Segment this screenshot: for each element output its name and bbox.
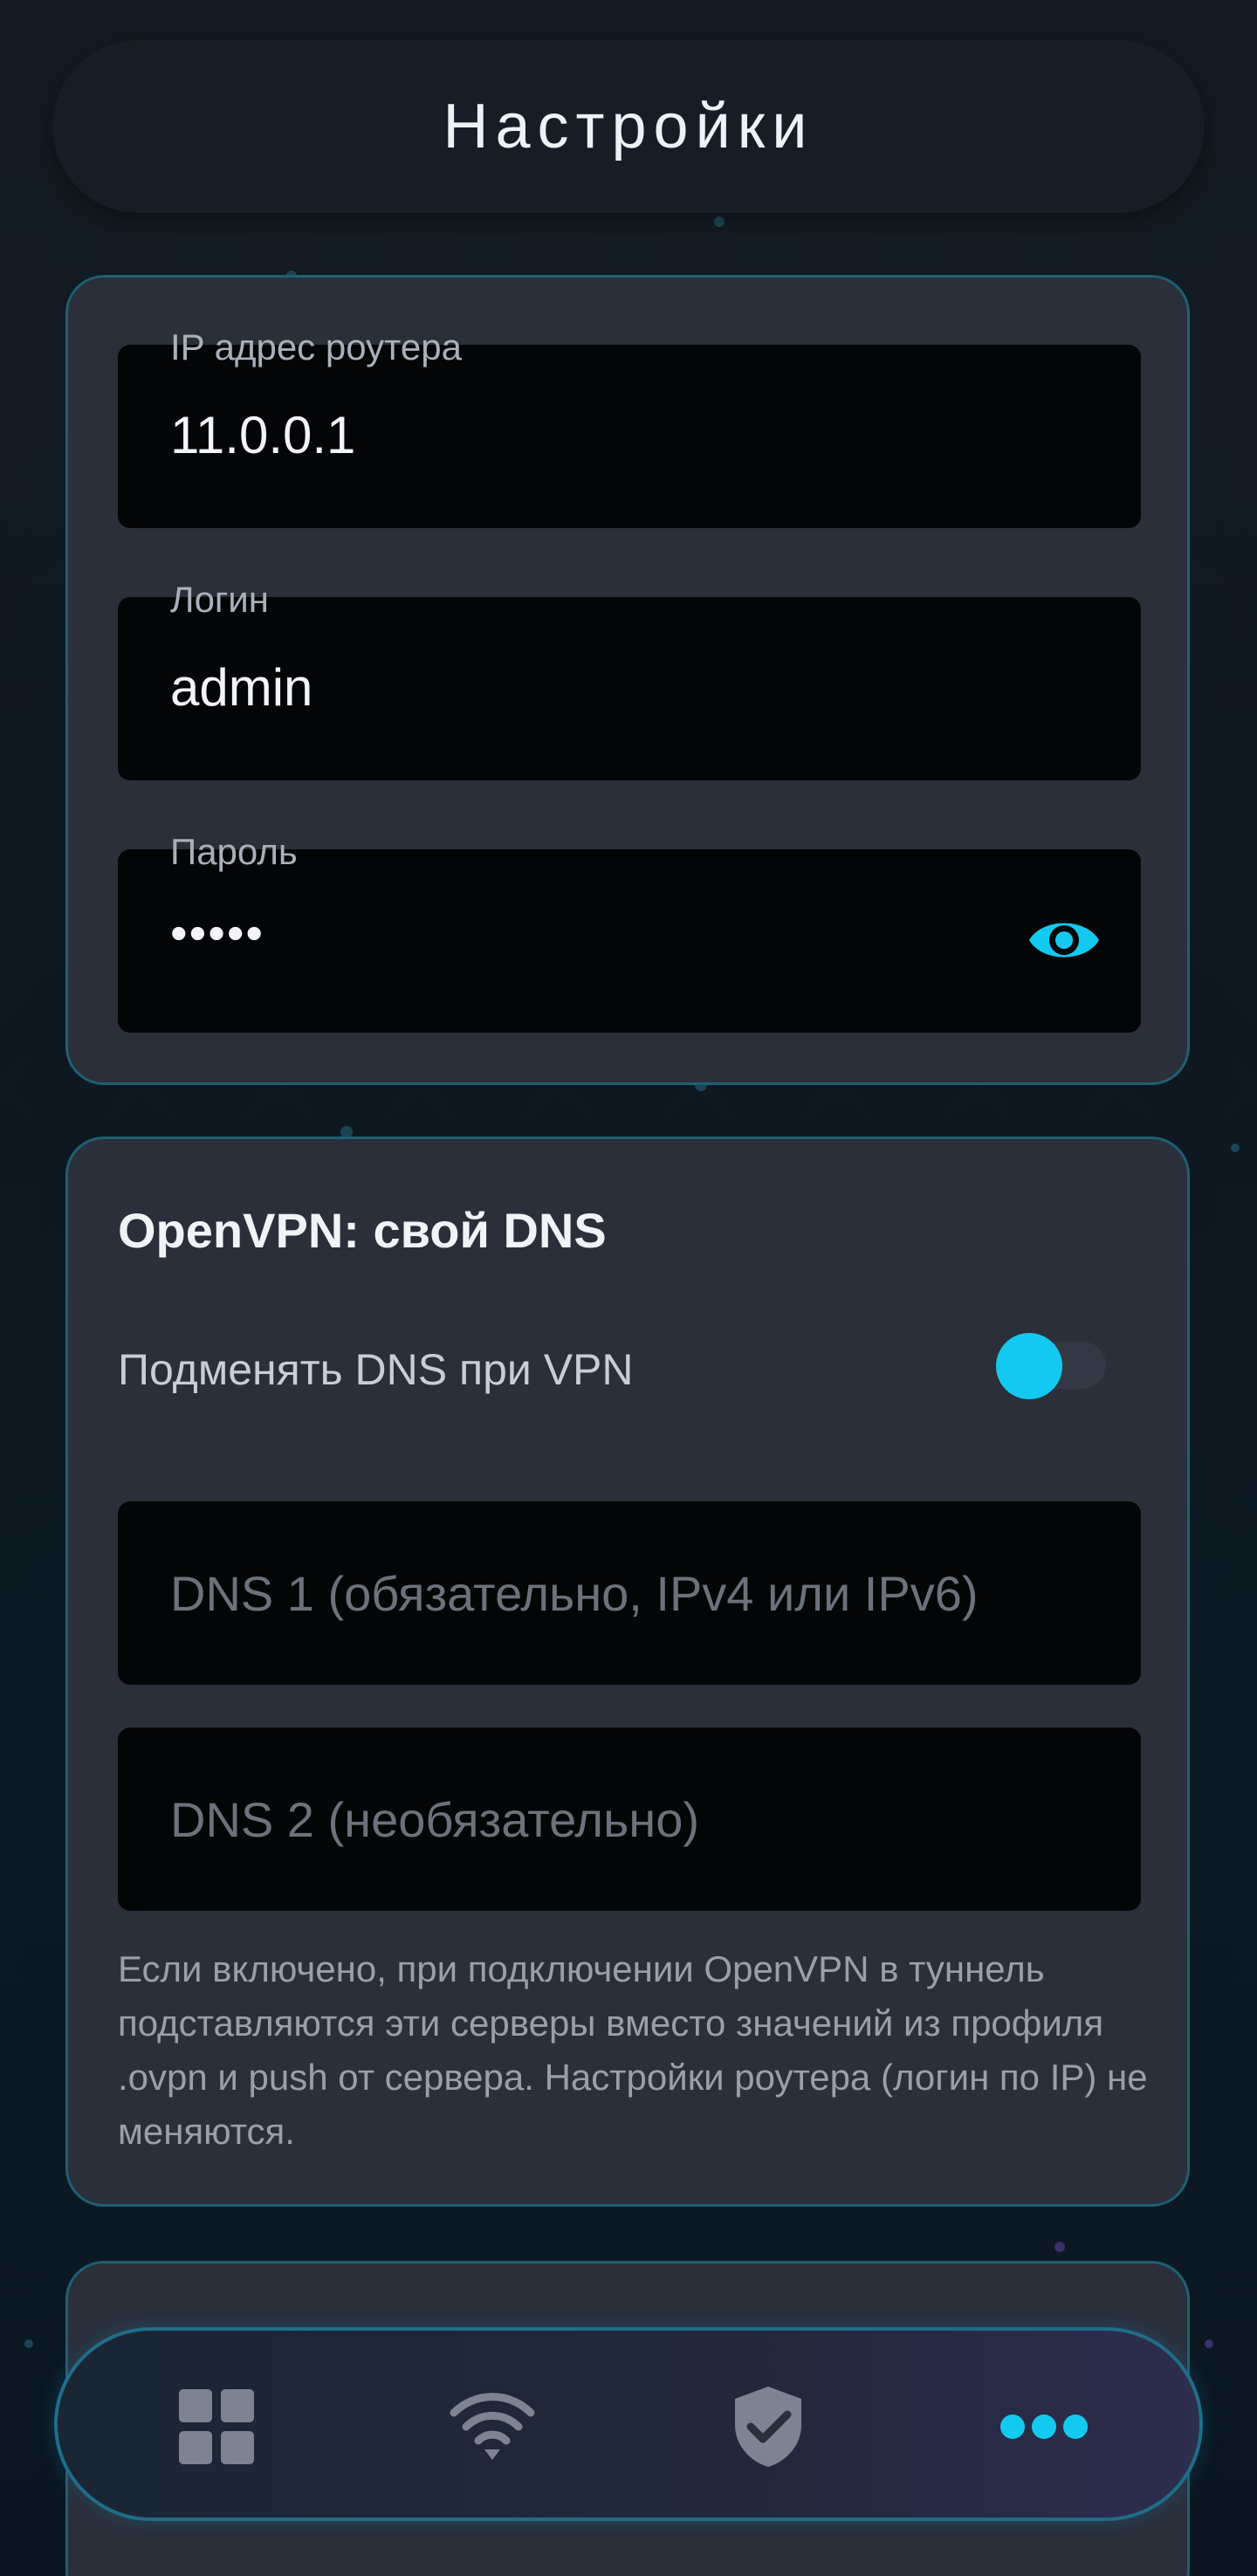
dns-override-toggle[interactable] <box>996 1331 1109 1401</box>
bottom-navigation <box>54 2327 1203 2521</box>
page-header: Настройки <box>52 40 1205 213</box>
login-field[interactable]: Логин admin <box>118 581 1141 780</box>
section-title: OpenVPN: свой DNS <box>118 1203 607 1258</box>
password-field[interactable]: Пароль ••••• <box>118 834 1141 1033</box>
dns2-placeholder: DNS 2 (необязательно) <box>170 1792 699 1847</box>
nav-more-button[interactable] <box>992 2374 1096 2479</box>
nav-security-button[interactable] <box>716 2374 821 2479</box>
ip-address-label: IP адрес роутера <box>170 326 462 368</box>
openvpn-dns-card: OpenVPN: свой DNS Подменять DNS при VPN … <box>65 1137 1190 2207</box>
password-label: Пароль <box>170 831 298 872</box>
background-dot <box>1205 2339 1213 2348</box>
dns2-field[interactable]: DNS 2 (необязательно) <box>118 1728 1141 1911</box>
ip-address-value[interactable]: 11.0.0.1 <box>170 409 355 462</box>
background-dot <box>1054 2242 1065 2252</box>
more-dots-icon <box>1000 2415 1088 2439</box>
login-value[interactable]: admin <box>170 662 313 714</box>
shield-check-icon <box>735 2387 801 2467</box>
nav-wifi-button[interactable] <box>440 2374 545 2479</box>
toggle-thumb <box>996 1333 1062 1399</box>
background-dot <box>714 216 725 227</box>
wifi-icon <box>450 2393 535 2460</box>
password-value[interactable]: ••••• <box>170 909 264 958</box>
dns-help-text: Если включено, при подключении OpenVPN в… <box>118 1948 1148 2152</box>
dns1-field[interactable]: DNS 1 (обязательно, IPv4 или IPv6) <box>118 1501 1141 1685</box>
nav-dashboard-button[interactable] <box>164 2374 269 2479</box>
router-connection-card: IP адрес роутера 11.0.0.1 Логин admin Па… <box>65 275 1190 1085</box>
background-dot <box>24 2339 33 2348</box>
eye-icon[interactable] <box>1027 912 1102 968</box>
login-label: Логин <box>170 579 269 620</box>
ip-address-field[interactable]: IP адрес роутера 11.0.0.1 <box>118 329 1141 528</box>
dashboard-grid-icon <box>179 2389 254 2464</box>
dns1-placeholder: DNS 1 (обязательно, IPv4 или IPv6) <box>170 1566 979 1621</box>
page-title: Настройки <box>443 92 814 161</box>
dns-toggle-label: Подменять DNS при VPN <box>118 1345 634 1394</box>
background-dot <box>1231 1144 1240 1152</box>
